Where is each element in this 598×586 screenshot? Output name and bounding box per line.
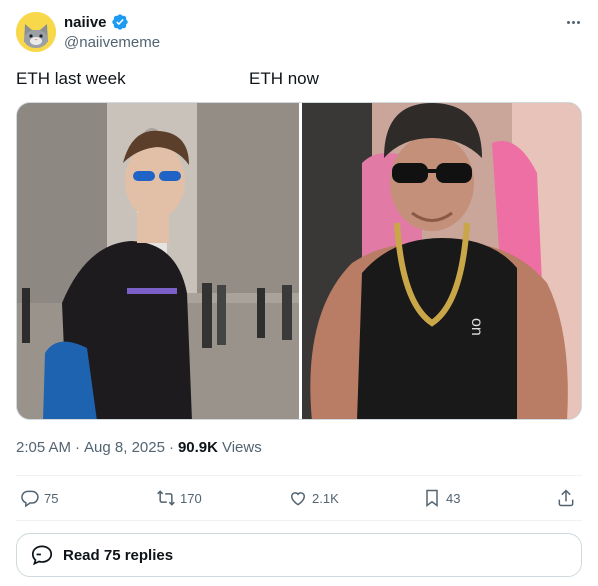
svg-text:on: on [468,318,485,336]
bookmark-icon [426,489,438,507]
author-name-row[interactable]: naiive [64,13,129,31]
like-icon [290,492,306,506]
share-icon [558,489,574,507]
media-left-photo[interactable] [17,103,299,419]
verified-icon [111,14,128,30]
share-button[interactable] [556,488,576,508]
reply-button[interactable]: 75 [20,488,58,508]
like-button[interactable]: 2.1K [288,488,339,508]
reply-count: 75 [44,490,59,506]
bookmark-count: 43 [446,490,461,506]
chat-bubble-icon [31,545,53,566]
more-icon[interactable] [562,12,584,32]
repost-icon [157,490,175,506]
read-replies-label: Read 75 replies [63,546,174,564]
right-photo-illustration: on [302,103,581,419]
cat-avatar-icon [16,12,56,52]
caption-left: ETH last week [16,69,126,88]
avatar[interactable] [16,12,56,52]
action-bar: 75 170 2.1K 43 [20,488,582,512]
read-replies-button[interactable]: Read 75 replies [16,533,582,577]
author-handle[interactable]: @naiivememe [64,34,160,51]
repost-count: 170 [180,490,202,506]
meta-separator: · [168,439,174,456]
reply-icon [21,490,39,508]
tweet-time[interactable]: 2:05 AM [16,439,71,456]
display-name[interactable]: naiive [64,14,107,31]
views-label: Views [221,439,262,456]
meta-separator: · [75,439,81,456]
divider [16,520,582,521]
media-right-photo[interactable]: on [302,103,581,419]
tweet-media[interactable]: on [16,102,582,420]
tweet-meta: 2:05 AM · Aug 8, 2025 · 90.9K Views [16,439,262,456]
tweet-date[interactable]: Aug 8, 2025 [84,439,165,456]
divider [16,475,582,476]
views-count: 90.9K [177,439,218,456]
repost-button[interactable]: 170 [156,488,202,508]
left-photo-illustration [17,103,299,419]
like-count: 2.1K [312,490,339,506]
caption-right: ETH now [249,69,319,88]
bookmark-button[interactable]: 43 [422,488,460,508]
